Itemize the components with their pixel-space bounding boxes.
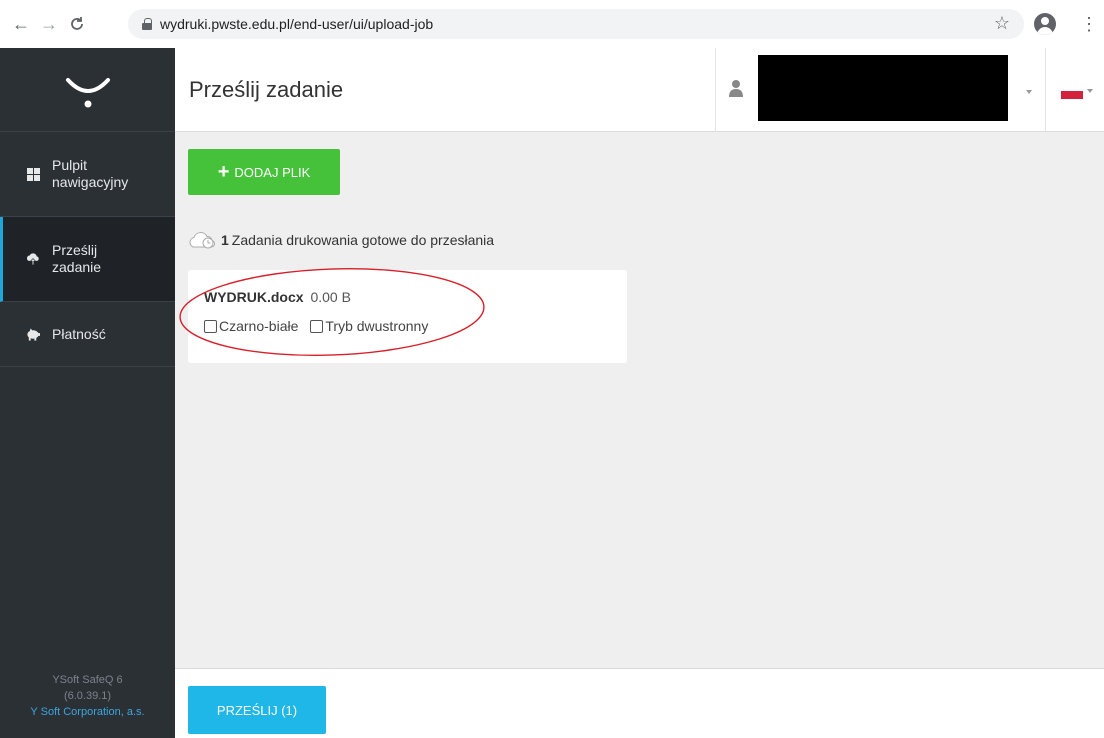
sidebar: Pulpit nawigacyjny Prześlij zadanie Płat… <box>0 48 175 738</box>
user-icon <box>728 79 744 97</box>
job-options: Czarno-białe Tryb dwustronny <box>204 318 440 334</box>
sidebar-item-label: zadanie <box>52 259 102 275</box>
cloud-upload-icon <box>26 252 40 266</box>
piggy-bank-icon <box>26 327 40 341</box>
logo[interactable] <box>0 48 175 132</box>
page-title: Prześlij zadanie <box>189 77 344 102</box>
bookmark-star-icon[interactable]: ☆ <box>994 13 1010 34</box>
jobs-ready-text: Zadania drukowania gotowe do przesłania <box>231 232 495 248</box>
main-content: + DODAJ PLIK 1 Zadania drukowania gotowe… <box>175 132 1104 668</box>
add-file-button[interactable]: + DODAJ PLIK <box>188 149 340 195</box>
sidebar-item-label: Prześlij <box>52 242 98 258</box>
duplex-checkbox[interactable] <box>310 319 324 333</box>
sidebar-item-label: Płatność <box>52 325 106 342</box>
dashboard-grid-icon <box>26 167 40 181</box>
user-name-redacted <box>758 55 1008 121</box>
option-label: Tryb dwustronny <box>325 318 429 334</box>
submit-jobs-button[interactable]: PRZEŚLIJ (1) <box>188 686 326 734</box>
address-bar[interactable]: wydruki.pwste.edu.pl/end-user/ui/upload-… <box>128 9 1024 39</box>
red-ellipse-annotation <box>179 268 485 356</box>
sidebar-item-upload-job[interactable]: Prześlij zadanie <box>0 217 175 302</box>
page-header: Prześlij zadanie <box>175 48 1104 132</box>
sidebar-item-dashboard[interactable]: Pulpit nawigacyjny <box>0 132 175 217</box>
option-black-white[interactable]: Czarno-białe <box>204 318 298 334</box>
product-version: (6.0.39.1) <box>63 690 112 702</box>
black-white-checkbox[interactable] <box>204 319 217 333</box>
job-filesize: 0.00 B <box>310 289 351 305</box>
language-flag-icon[interactable] <box>1061 91 1083 99</box>
option-duplex[interactable]: Tryb dwustronny <box>310 318 428 334</box>
profile-avatar-icon[interactable] <box>1034 13 1056 35</box>
browser-toolbar: ← → wydruki.pwste.edu.pl/end-user/ui/upl… <box>0 0 1104 48</box>
sidebar-item-label: Pulpit <box>52 157 88 173</box>
ysoft-logo-icon <box>65 77 110 107</box>
url-text: wydruki.pwste.edu.pl/end-user/ui/upload-… <box>160 16 434 32</box>
job-card: WYDRUK.docx 0.00 B Czarno-białe Tryb dwu… <box>188 270 627 363</box>
plus-icon: + <box>217 161 230 183</box>
job-file-info: WYDRUK.docx 0.00 B <box>204 289 351 305</box>
jobs-ready-status: 1 Zadania drukowania gotowe do przesłani… <box>187 230 494 250</box>
job-filename: WYDRUK.docx <box>204 289 304 305</box>
sidebar-item-label: nawigacyjny <box>52 174 129 190</box>
option-label: Czarno-białe <box>219 318 299 334</box>
jobs-count: 1 <box>221 232 229 248</box>
cloud-clock-icon <box>189 232 216 249</box>
lock-icon <box>142 18 152 30</box>
sidebar-footer: YSoft SafeQ 6 (6.0.39.1) Y Soft Corporat… <box>0 672 175 720</box>
user-menu[interactable] <box>715 48 1046 132</box>
company-link[interactable]: Y Soft Corporation, a.s. <box>0 704 175 720</box>
sidebar-item-payment[interactable]: Płatność <box>0 302 175 367</box>
browser-menu-icon[interactable]: ⋮ <box>1080 13 1098 35</box>
forward-arrow-icon[interactable]: → <box>38 13 60 35</box>
language-chevron-down-icon[interactable] <box>1087 89 1093 93</box>
reload-icon[interactable] <box>66 13 88 35</box>
add-file-label: DODAJ PLIK <box>234 164 311 180</box>
back-arrow-icon[interactable]: ← <box>10 13 32 35</box>
product-name: YSoft SafeQ 6 <box>52 674 123 686</box>
bottom-action-bar: PRZEŚLIJ (1) <box>175 668 1104 738</box>
user-menu-chevron-down-icon <box>1026 90 1032 94</box>
